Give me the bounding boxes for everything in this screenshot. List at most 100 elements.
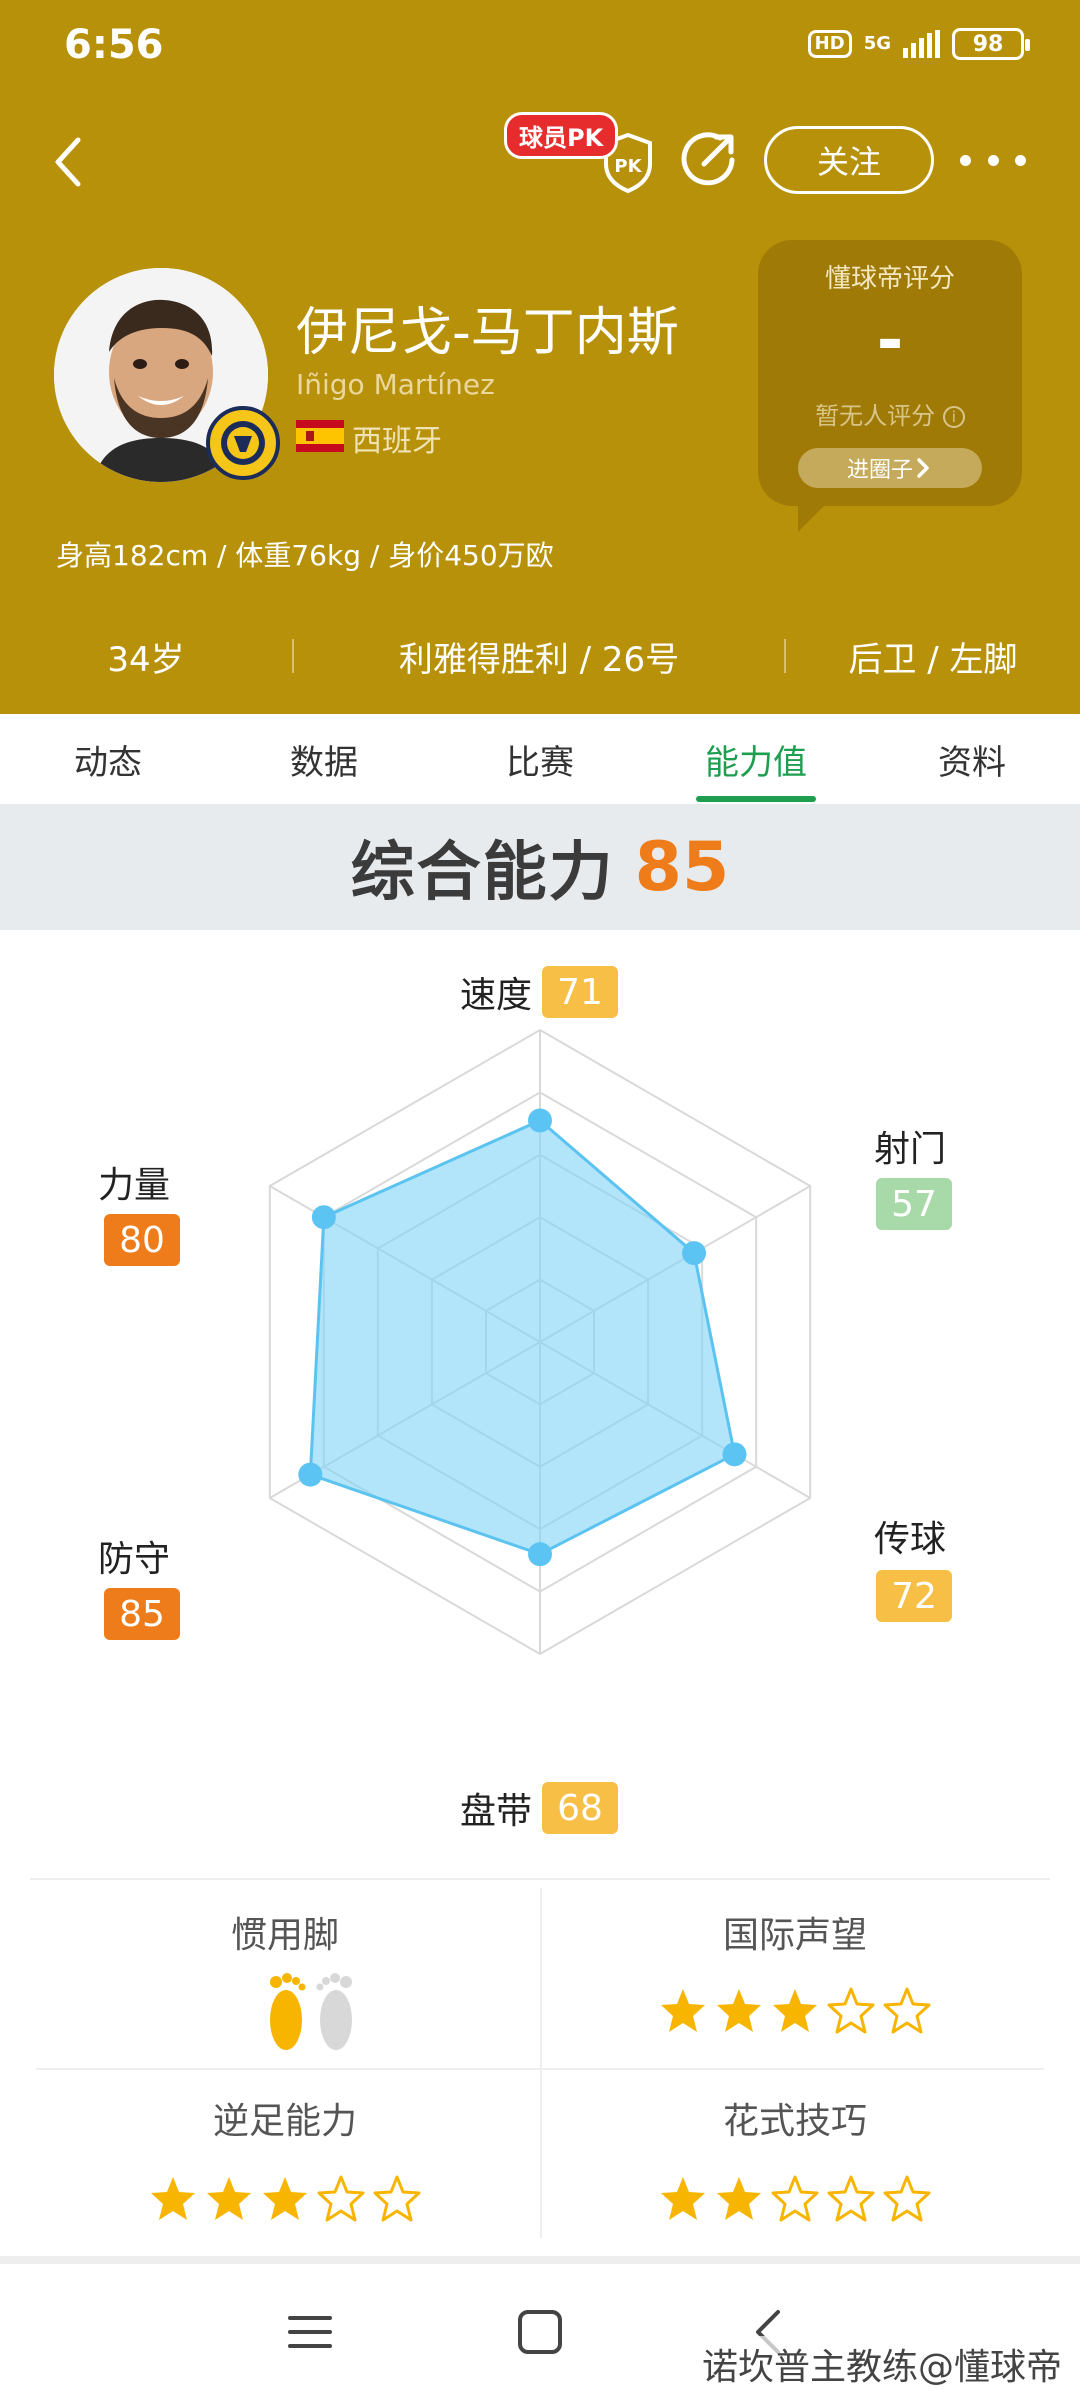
back-button[interactable] <box>44 130 104 194</box>
tab-bar: 动态 数据 比赛 能力值 资料 <box>0 714 1080 804</box>
attr-label-physical: 力量 <box>98 1165 171 1206</box>
overall-label: 综合能力 <box>350 836 615 910</box>
attr-label-dribbling: 盘带 <box>460 1791 533 1832</box>
more-options-icon[interactable] <box>960 140 1026 180</box>
status-time: 6:56 <box>64 22 164 68</box>
watermark: 诺坎普主教练@懂球帝 <box>695 2336 1068 2392</box>
tab-profile[interactable]: 资料 <box>904 714 1040 804</box>
attr-badge-speed: 71 <box>542 966 618 1018</box>
attr-badge-dribbling: 68 <box>542 1782 618 1834</box>
menu-icon[interactable] <box>282 2304 338 2360</box>
star-empty-icon <box>827 1987 875 2034</box>
tab-news[interactable]: 动态 <box>40 714 176 804</box>
rating-card: 懂球帝评分 - 暂无人评分 i 进圈子 <box>758 240 1022 532</box>
player-age: 34岁 <box>107 639 185 680</box>
weak-foot-title: 逆足能力 <box>212 2101 357 2142</box>
follow-button[interactable]: 关注 <box>764 126 934 194</box>
star-empty-icon <box>771 2175 819 2222</box>
status-icons: HD 5G 98 <box>807 28 1030 60</box>
attr-label-passing: 传球 <box>874 1519 947 1560</box>
star-filled-icon <box>661 2177 705 2220</box>
radar-point-passing <box>722 1442 747 1467</box>
skills-grid: 惯用脚 国际声望 逆足能力 花式技巧 <box>30 1878 1050 2244</box>
tab-matches[interactable]: 比赛 <box>472 714 608 804</box>
attr-label-defending: 防守 <box>98 1539 171 1580</box>
overall-banner: 综合能力 85 <box>0 804 1080 930</box>
radar-area <box>308 1118 737 1556</box>
attr-badge-shooting: 57 <box>876 1178 952 1230</box>
star-filled-icon <box>717 1989 761 2032</box>
left-foot-icon <box>270 1973 306 2050</box>
star-empty-icon <box>827 2175 875 2222</box>
share-button[interactable] <box>680 130 738 188</box>
star-empty-icon <box>883 2175 931 2222</box>
home-icon[interactable] <box>512 2304 568 2360</box>
reputation-title: 国际声望 <box>722 1915 867 1956</box>
attr-badge-defending: 85 <box>104 1588 180 1640</box>
divider <box>0 2256 1080 2264</box>
tab-ability[interactable]: 能力值 <box>688 714 824 804</box>
chevron-right-icon <box>917 458 929 478</box>
radar-point-speed <box>528 1108 552 1133</box>
preferred-foot-icon <box>270 1973 352 2050</box>
star-filled-icon <box>661 1989 705 2032</box>
player-header: 6:56 HD 5G 98 PK 球员PK 关注 伊尼戈-马丁内斯 Iñigo … <box>0 0 1080 714</box>
star-filled-icon <box>773 1989 817 2032</box>
weak-foot-stars <box>30 2174 540 2224</box>
rating-title: 懂球帝评分 <box>824 264 955 294</box>
star-filled-icon <box>263 2177 307 2220</box>
star-filled-icon <box>151 2177 195 2220</box>
status-bar: 6:56 HD 5G 98 <box>0 0 1080 96</box>
club-badge-icon <box>206 406 280 480</box>
skill-moves-stars <box>540 2174 1050 2224</box>
attr-badge-passing: 72 <box>876 1570 952 1622</box>
overall-value: 85 <box>634 827 730 907</box>
star-empty-icon <box>883 1987 931 2034</box>
attr-label-speed: 速度 <box>460 975 533 1016</box>
info-icon[interactable]: i <box>942 406 965 428</box>
body-stats: 身高182cm / 体重76kg / 身价450万欧 <box>56 539 554 572</box>
player-name-en: Iñigo Martínez <box>296 368 495 401</box>
battery-icon: 98 <box>952 28 1030 60</box>
radar-point-dribbling <box>528 1542 552 1567</box>
active-tab-indicator <box>696 796 816 802</box>
star-filled-icon <box>207 2177 251 2220</box>
player-club-number[interactable]: 利雅得胜利 / 26号 <box>294 632 784 681</box>
share-icon <box>681 132 735 186</box>
battery-level: 98 <box>972 31 1004 57</box>
tab-data[interactable]: 数据 <box>256 714 392 804</box>
spain-flag-icon <box>296 420 344 452</box>
star-empty-icon <box>317 2175 365 2222</box>
radar-point-defending <box>298 1462 323 1487</box>
player-name: 伊尼戈-马丁内斯 <box>296 303 679 363</box>
divider <box>36 2068 1044 2070</box>
attr-label-shooting: 射门 <box>874 1129 947 1170</box>
meta-row: 34岁 利雅得胜利 / 26号 后卫 / 左脚 <box>0 616 1080 696</box>
reputation-stars <box>540 1986 1050 2036</box>
right-foot-icon <box>316 1973 352 2050</box>
preferred-foot-title: 惯用脚 <box>230 1915 339 1956</box>
join-circle-label: 进圈子 <box>846 458 913 483</box>
rating-subtitle: 暂无人评分 i <box>758 396 1022 431</box>
player-position-foot: 后卫 / 左脚 <box>848 639 1018 680</box>
pk-tag: 球员PK <box>504 112 619 159</box>
top-nav: PK 球员PK 关注 <box>0 112 1080 212</box>
player-country: 西班牙 <box>352 424 442 459</box>
ability-radar: 速度 71 射门 57 传球 72 盘带 68 防守 85 力量 80 <box>0 930 1080 1860</box>
signal-icon <box>903 30 940 58</box>
radar-chart <box>268 1028 812 1656</box>
rating-subtitle-text: 暂无人评分 <box>815 402 936 430</box>
rating-value: - <box>876 304 904 378</box>
pk-shield-text: PK <box>614 156 642 177</box>
radar-point-shooting <box>682 1241 707 1266</box>
player-pk-button[interactable]: PK 球员PK <box>500 112 660 198</box>
attr-badge-physical: 80 <box>104 1214 180 1266</box>
star-filled-icon <box>717 2177 761 2220</box>
join-circle-button[interactable]: 进圈子 <box>798 448 982 488</box>
star-empty-icon <box>373 2175 421 2222</box>
radar-point-physical <box>311 1205 336 1230</box>
skill-moves-title: 花式技巧 <box>722 2101 867 2142</box>
hd-icon: HD <box>807 30 852 58</box>
network-label: 5G <box>863 33 891 54</box>
back-arrow-icon <box>55 137 81 187</box>
